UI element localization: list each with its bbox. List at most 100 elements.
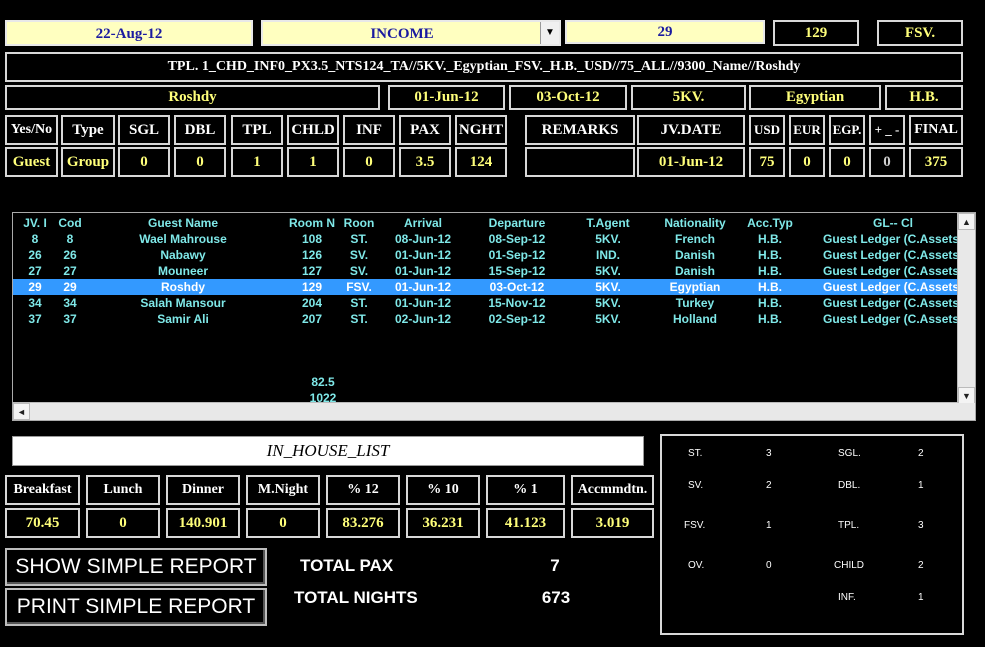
stat-sv-value: 2 [766, 480, 772, 491]
list-item[interactable]: 26 26 Nabawy 126 SV. 01-Jun-12 01-Sep-12 IND. Da… [13, 247, 959, 263]
cell-guest-name: Wael Mahrouse [139, 232, 227, 246]
cell-jv: 29 [28, 280, 42, 294]
value-egp: 0 [829, 147, 865, 177]
meal-value: 0 [86, 508, 160, 538]
cell-guest-name: Roshdy [160, 280, 205, 294]
list-item[interactable]: 37 37 Samir Ali 207 ST. 02-Jun-12 02-Sep-12 5KV… [13, 311, 959, 327]
nationality-box: Egyptian [749, 85, 881, 110]
cell-gl: Guest Ledger (C.Assets [823, 280, 960, 294]
scroll-down-icon[interactable]: ▼ [958, 387, 975, 404]
value-pax: 3.5 [399, 147, 451, 177]
value-jvdate: 01-Jun-12 [637, 147, 745, 177]
print-simple-report-button[interactable]: PRINT SIMPLE REPORT [5, 588, 267, 626]
column-header-room-type[interactable]: Roon [343, 216, 375, 230]
header-plusminus: + _ - [869, 115, 905, 145]
cell-jv: 34 [28, 296, 42, 310]
cell-room-type: ST. [350, 296, 368, 310]
cell-arrival: 01-Jun-12 [394, 248, 452, 262]
header-chld: CHLD [287, 115, 339, 145]
column-header-guest-name[interactable]: Guest Name [103, 216, 263, 230]
scroll-left-icon[interactable]: ◄ [13, 403, 30, 420]
cell-room-type: FSV. [346, 280, 372, 294]
stat-fsv-label: FSV. [684, 520, 706, 531]
value-remarks[interactable] [525, 147, 635, 177]
scrollbar-corner [958, 403, 975, 420]
cell-nationality: Turkey [675, 296, 715, 310]
guest-name-box: Roshdy [5, 85, 380, 110]
vertical-scrollbar[interactable]: ▲ ▼ [957, 213, 975, 404]
column-header-departure[interactable]: Departure [479, 216, 555, 230]
list-header: JV. I Cod Guest Name Room N Roon Arrival Depar… [13, 215, 959, 231]
stat-sgl-value: 2 [918, 448, 924, 459]
column-header-cod[interactable]: Cod [53, 216, 87, 230]
guest-list[interactable]: JV. I Cod Guest Name Room N Roon Arrival Depar… [12, 212, 976, 421]
cell-cod: 8 [66, 232, 74, 246]
header-sgl: SGL [118, 115, 170, 145]
cell-cod: 27 [63, 264, 77, 278]
stat-tpl-value: 3 [918, 520, 924, 531]
cell-departure: 01-Sep-12 [488, 248, 546, 262]
value-yesno: Guest [5, 147, 58, 177]
cell-cod: 29 [63, 280, 77, 294]
stat-sv-label: SV. [688, 480, 704, 491]
stat-fsv-value: 1 [766, 520, 772, 531]
list-item[interactable]: 27 27 Mouneer 127 SV. 01-Jun-12 15-Sep-12 5KV. D… [13, 263, 959, 279]
stat-inf-value: 1 [918, 592, 924, 603]
room-number-box: 129 [773, 20, 859, 46]
column-header-room-number[interactable]: Room N [289, 216, 335, 230]
date-field[interactable]: 22-Aug-12 [5, 20, 253, 46]
account-dropdown[interactable]: INCOME ▼ [261, 20, 561, 46]
in-house-list-label: IN_HOUSE_LIST [12, 436, 644, 466]
column-header-jv[interactable]: JV. I [19, 216, 51, 230]
show-simple-report-button[interactable]: SHOW SIMPLE REPORT [5, 548, 267, 586]
meal-header: Lunch [86, 475, 160, 505]
column-header-gl[interactable]: GL-- Cl [823, 216, 963, 230]
value-tpl: 1 [231, 147, 283, 177]
column-header-nationality[interactable]: Nationality [649, 216, 741, 230]
cell-guest-name: Mouneer [157, 264, 208, 278]
jv-number-field[interactable]: 29 [565, 20, 765, 44]
value-plusminus[interactable]: 0 [869, 147, 905, 177]
scroll-up-icon[interactable]: ▲ [958, 213, 975, 230]
cell-departure: 15-Nov-12 [488, 296, 546, 310]
cell-departure: 03-Oct-12 [489, 280, 545, 294]
cell-gl: Guest Ledger (C.Assets [823, 296, 960, 310]
cell-arrival: 01-Jun-12 [394, 296, 452, 310]
meal-value: 83.276 [326, 508, 400, 538]
meal-header: Breakfast [5, 475, 80, 505]
cell-room-number: 127 [301, 264, 323, 278]
cell-guest-name: Salah Mansour [140, 296, 226, 310]
value-nght: 124 [455, 147, 507, 177]
cell-arrival: 02-Jun-12 [394, 312, 452, 326]
list-item[interactable]: 29 29 Roshdy 129 FSV. 01-Jun-12 03-Oct-12 5KV. E… [13, 279, 959, 295]
stat-tpl-label: TPL. [838, 520, 860, 531]
value-usd: 75 [749, 147, 785, 177]
meal-value: 41.123 [486, 508, 565, 538]
agent-box: 5KV. [631, 85, 746, 110]
header-inf: INF [343, 115, 395, 145]
meal-value: 140.901 [166, 508, 240, 538]
room-type-box: FSV. [877, 20, 963, 46]
chevron-down-icon[interactable]: ▼ [540, 22, 559, 44]
cell-agent: 5KV. [595, 312, 621, 326]
meal-value: 36.231 [406, 508, 480, 538]
meal-value: 0 [246, 508, 320, 538]
header-usd: USD [749, 115, 785, 145]
column-header-acc-type[interactable]: Acc.Typ [747, 216, 793, 230]
column-header-arrival[interactable]: Arrival [385, 216, 461, 230]
cell-room-number: 207 [301, 312, 323, 326]
list-item[interactable]: 34 34 Salah Mansour 204 ST. 01-Jun-12 15-Nov-1… [13, 295, 959, 311]
header-yesno: Yes/No [5, 115, 58, 145]
cell-gl: Guest Ledger (C.Assets [823, 312, 960, 326]
meal-header: % 12 [326, 475, 400, 505]
total-pax-label: TOTAL PAX [300, 556, 394, 575]
meal-header: % 1 [486, 475, 565, 505]
column-header-agent[interactable]: T.Agent [579, 216, 637, 230]
header-remarks: REMARKS [525, 115, 635, 145]
header-eur: EUR [789, 115, 825, 145]
cell-room-type: SV. [349, 264, 369, 278]
cell-arrival: 01-Jun-12 [394, 264, 452, 278]
value-sgl: 0 [118, 147, 170, 177]
list-item[interactable]: 8 8 Wael Mahrouse 108 ST. 08-Jun-12 08-Sep-12 5… [13, 231, 959, 247]
horizontal-scrollbar[interactable]: ◄ [13, 402, 959, 420]
